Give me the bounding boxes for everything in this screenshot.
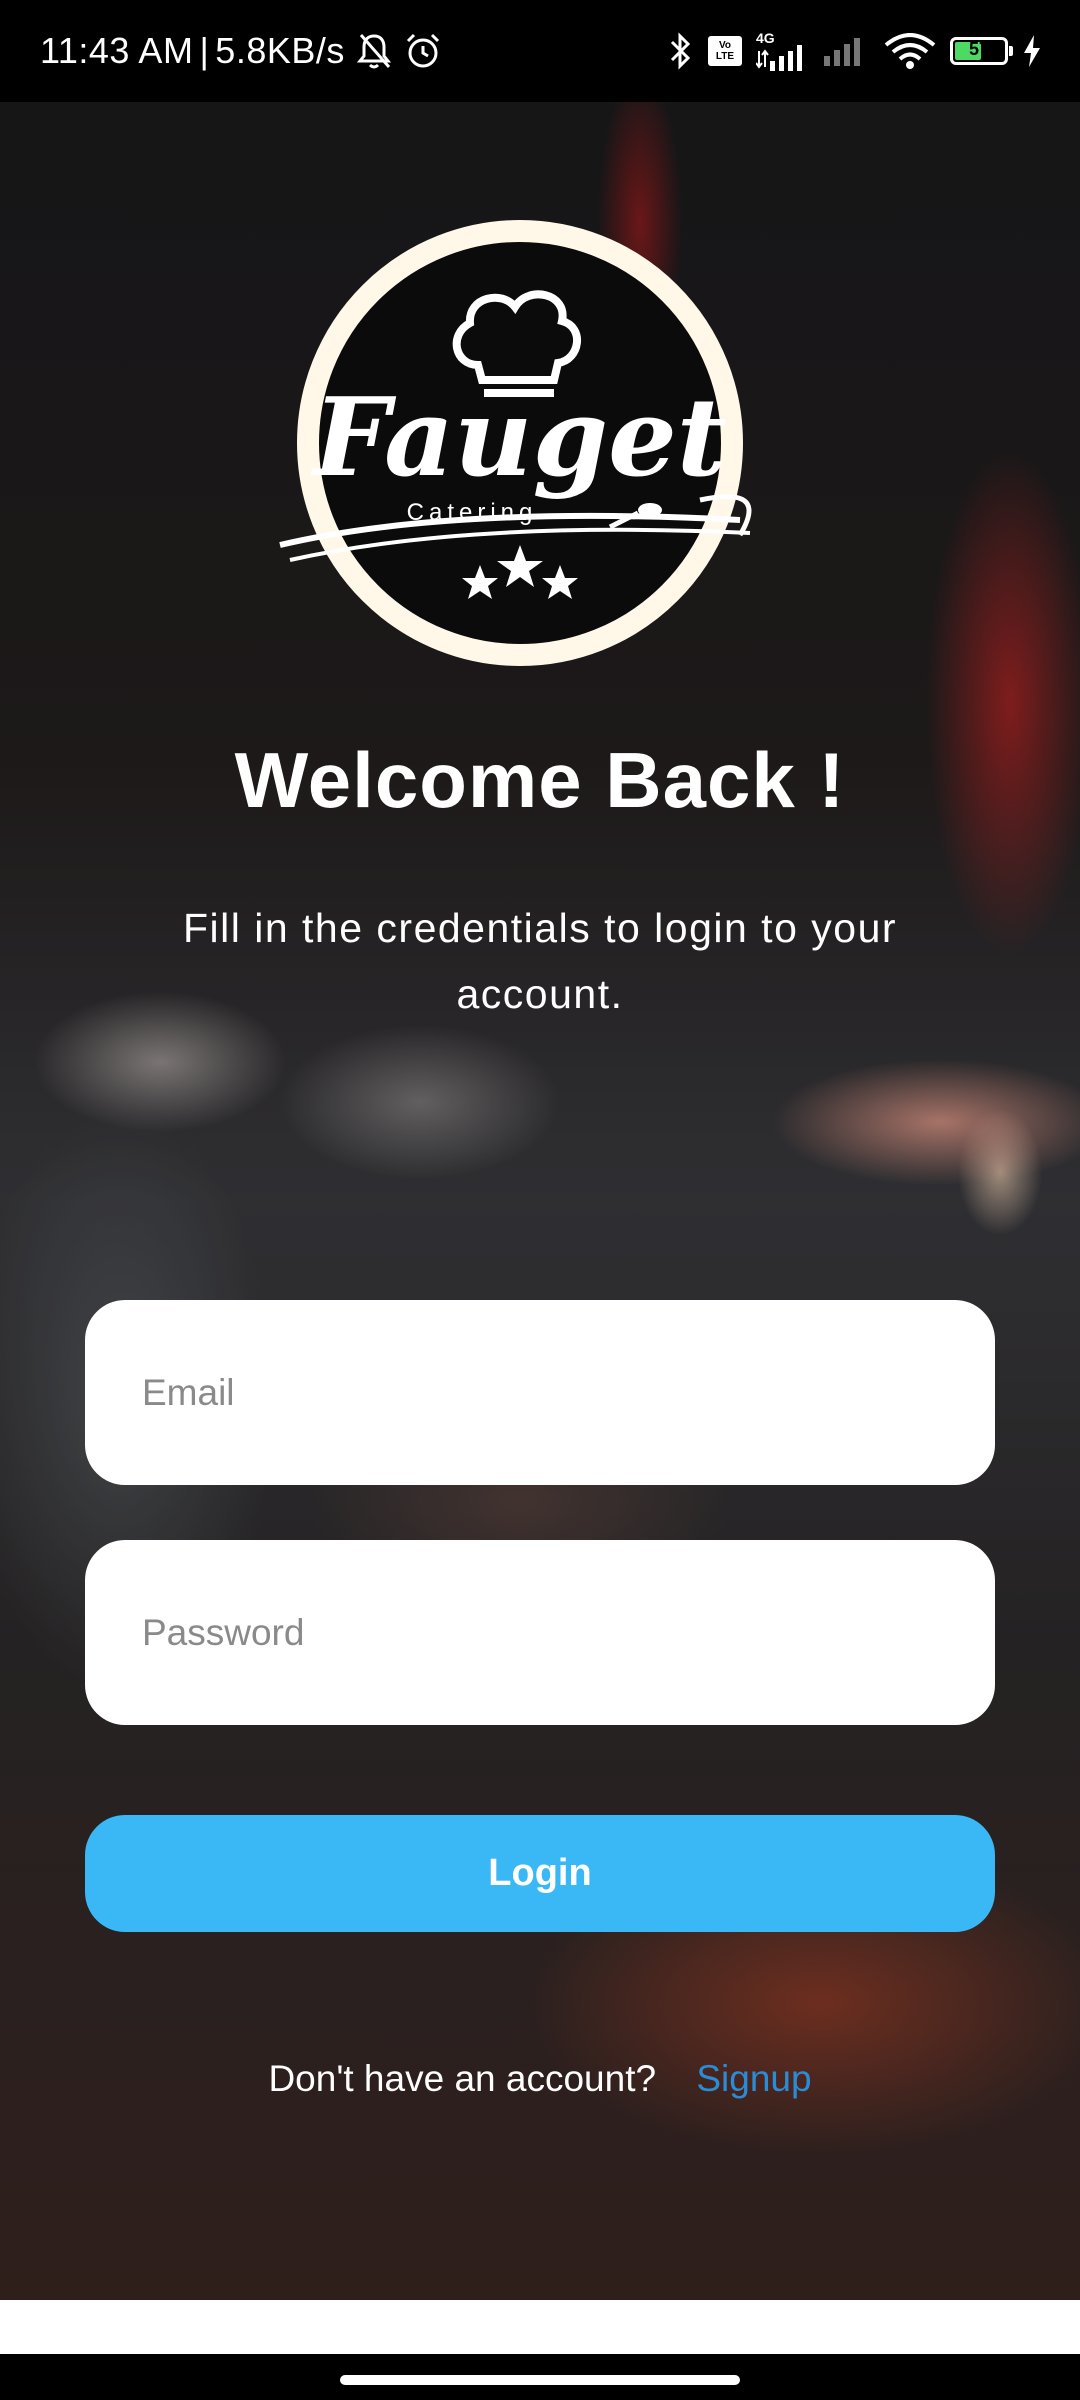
status-right: Vo LTE 4G 57: [668, 31, 1042, 71]
login-screen: 11:43 AM | 5.8KB/s Vo LTE 4G 57 Fauget C…: [0, 0, 1080, 2400]
signal-icon: [824, 38, 860, 66]
email-field[interactable]: [140, 1370, 940, 1415]
charging-icon: [1024, 35, 1040, 67]
alarm-icon: [406, 33, 439, 68]
volte-icon: Vo LTE: [708, 36, 742, 66]
signup-prompt: Don't have an account?: [268, 2058, 657, 2099]
volte-bottom: LTE: [715, 51, 735, 62]
status-separator: |: [199, 30, 210, 71]
bell-off-icon: [356, 34, 391, 69]
password-field[interactable]: [140, 1610, 940, 1655]
network-type: 4G: [756, 30, 775, 46]
home-indicator[interactable]: [340, 2375, 740, 2385]
wifi-icon: [884, 33, 936, 69]
signup-link[interactable]: Signup: [696, 2058, 811, 2099]
signup-row: Don't have an account? Signup: [0, 2058, 1080, 2100]
status-time: 11:43 AM: [40, 30, 194, 71]
password-field-container[interactable]: [85, 1540, 995, 1725]
status-left: 11:43 AM | 5.8KB/s: [40, 30, 443, 72]
status-bar: 11:43 AM | 5.8KB/s Vo LTE 4G 57: [0, 0, 1080, 102]
status-net-speed: 5.8KB/s: [215, 30, 345, 71]
bluetooth-icon: [670, 32, 691, 70]
brand-logo: Fauget Catering: [270, 215, 770, 685]
logo-brand: Fauget: [310, 375, 726, 501]
battery-level: 57: [968, 39, 990, 59]
login-button-label: Login: [488, 1852, 592, 1894]
battery-icon: 57: [950, 37, 1013, 65]
page-subtitle: Fill in the credentials to login to your…: [182, 905, 898, 1017]
login-button[interactable]: Login: [85, 1815, 995, 1932]
navigation-bar: [0, 2300, 1080, 2400]
email-field-container[interactable]: [85, 1300, 995, 1485]
signal-4g-icon: 4G: [756, 31, 808, 71]
page-title: Welcome Back !: [234, 736, 846, 824]
volte-top: Vo: [718, 40, 732, 51]
